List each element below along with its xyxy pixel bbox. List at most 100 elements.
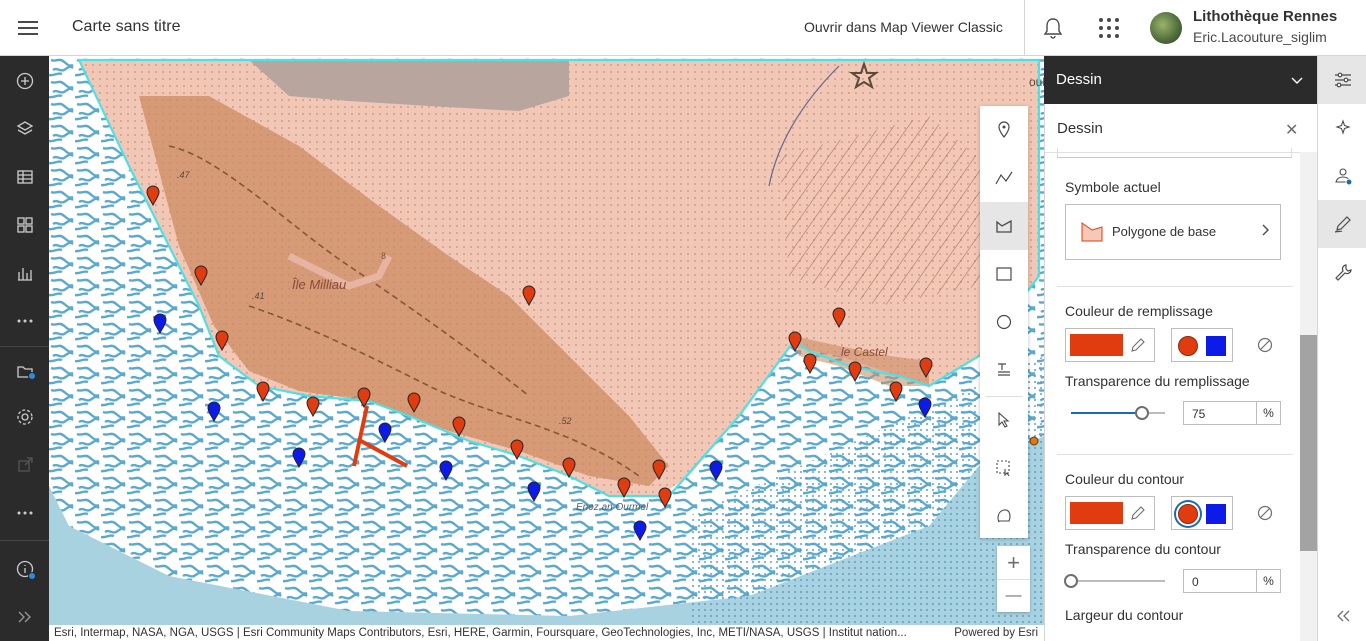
panel-header-title: Dessin	[1056, 71, 1102, 88]
polyline-tool[interactable]	[980, 154, 1028, 202]
text-tool[interactable]	[980, 346, 1028, 394]
left-toolbar	[0, 56, 49, 641]
zoom-control: + —	[997, 546, 1030, 612]
map-attribution: Esri, Intermap, NASA, NGA, USGS | Esri C…	[49, 625, 1044, 641]
quick-color-red[interactable]	[1178, 336, 1198, 356]
elevation-label: .41	[252, 291, 265, 301]
outline-quick-colors	[1171, 496, 1233, 530]
outline-color-label: Couleur du contour	[1065, 471, 1185, 487]
more-icon[interactable]	[12, 500, 38, 526]
circle-tool[interactable]	[980, 298, 1028, 346]
map-properties-icon[interactable]	[12, 358, 38, 384]
quick-color-blue[interactable]	[1206, 336, 1226, 356]
bell-icon[interactable]	[1040, 15, 1066, 41]
draw-toolbar	[980, 106, 1028, 538]
more-icon[interactable]	[12, 308, 38, 334]
basemap-icon[interactable]	[12, 212, 38, 238]
settings-icon[interactable]	[12, 404, 38, 430]
select-rectangle-tool[interactable]	[980, 444, 1028, 492]
attribution-text[interactable]: Esri, Intermap, NASA, NGA, USGS | Esri C…	[54, 625, 934, 641]
quick-color-blue[interactable]	[1206, 504, 1226, 524]
slider-thumb[interactable]	[1064, 574, 1078, 588]
fill-quick-colors	[1171, 328, 1233, 362]
user-organization[interactable]: Lithothèque Rennes	[1193, 8, 1337, 25]
elevation-label: .52	[559, 416, 572, 426]
outline-transparency-label: Transparence du contour	[1065, 541, 1221, 557]
map-canvas[interactable]: Île Milliau le Castel Enez an Ourmel .47…	[49, 56, 1044, 625]
rail-divider	[0, 346, 49, 347]
slider-thumb[interactable]	[1135, 406, 1149, 420]
road-number-label: 8	[381, 251, 386, 261]
powered-by-esri[interactable]: Powered by Esri	[954, 625, 1038, 641]
section-divider	[1057, 454, 1293, 455]
fill-color-picker[interactable]	[1065, 328, 1155, 362]
fill-transparency-slider[interactable]	[1071, 405, 1165, 421]
fill-transparency-label: Transparence du remplissage	[1065, 373, 1250, 389]
symbol-name: Polygone de base	[1112, 224, 1217, 239]
symbol-picker[interactable]: Polygone de base	[1065, 204, 1281, 260]
topbar-divider	[1024, 0, 1025, 56]
percent-unit: %	[1256, 402, 1280, 424]
zoom-out-button[interactable]: —	[997, 579, 1030, 612]
map-point[interactable]	[1029, 436, 1039, 446]
pencil-icon	[1130, 337, 1146, 358]
user-name[interactable]: Eric.Lacouture_siglim	[1193, 29, 1327, 45]
outline-transparency-slider[interactable]	[1064, 573, 1165, 589]
menu-icon[interactable]	[0, 0, 56, 56]
panel-title: Dessin	[1057, 120, 1103, 137]
effects-icon[interactable]	[1318, 104, 1366, 152]
outline-color-swatch	[1070, 502, 1123, 524]
sketch-panel: Dessin ✕ Symbole actuel Polygone de base…	[1044, 104, 1317, 641]
fill-color-label: Couleur de remplissage	[1065, 303, 1213, 319]
table-icon[interactable]	[12, 164, 38, 190]
add-icon[interactable]	[12, 68, 38, 94]
fill-transparency-value: 75	[1192, 407, 1206, 421]
outline-color-picker[interactable]	[1065, 496, 1155, 530]
outline-transparency-value: 0	[1192, 575, 1199, 589]
notification-dot	[28, 372, 36, 380]
close-icon[interactable]: ✕	[1285, 120, 1298, 140]
map-title[interactable]: Carte sans titre	[72, 18, 180, 36]
expand-icon[interactable]	[12, 604, 38, 630]
sketch-icon[interactable]	[1318, 200, 1366, 248]
label-enez-an-ourmel: Enez an Ourmel	[576, 502, 649, 513]
top-bar: Carte sans titre Ouvrir dans Map Viewer …	[0, 0, 1366, 56]
panel-scrollbar-thumb[interactable]	[1300, 335, 1317, 551]
wrench-icon[interactable]	[1318, 248, 1366, 296]
slider-track	[1071, 580, 1165, 582]
open-classic-link[interactable]: Ouvrir dans Map Viewer Classic	[804, 19, 1003, 35]
collapsed-section	[1057, 148, 1292, 158]
lasso-tool[interactable]	[980, 492, 1028, 540]
map-view[interactable]: Île Milliau le Castel Enez an Ourmel .47…	[49, 56, 1044, 625]
outline-transparency-input[interactable]: 0 %	[1183, 569, 1281, 593]
chevron-down-icon[interactable]	[1291, 72, 1303, 90]
rectangle-tool[interactable]	[980, 250, 1028, 298]
slider-fill	[1071, 412, 1142, 414]
elevation-label: .47	[177, 170, 191, 180]
notification-dot	[28, 572, 36, 580]
app-launcher-icon[interactable]	[1096, 15, 1122, 41]
select-tool[interactable]	[980, 396, 1028, 444]
polygon-tool[interactable]	[980, 202, 1028, 250]
avatar[interactable]	[1150, 12, 1182, 44]
properties-icon[interactable]	[1318, 56, 1366, 104]
collapse-icon[interactable]	[1318, 592, 1366, 640]
styles-icon[interactable]	[1318, 152, 1366, 200]
fill-transparency-input[interactable]: 75 %	[1183, 401, 1281, 425]
chart-icon[interactable]	[12, 260, 38, 286]
current-symbol-label: Symbole actuel	[1065, 179, 1161, 195]
label-le-castel: le Castel	[841, 345, 888, 359]
chevron-right-icon	[1262, 223, 1270, 241]
point-tool[interactable]	[980, 106, 1028, 154]
percent-unit: %	[1256, 570, 1280, 592]
right-toolbar	[1317, 56, 1366, 641]
label-ile-milliau: Île Milliau	[292, 277, 346, 292]
section-divider	[1057, 286, 1293, 287]
layers-icon[interactable]	[12, 116, 38, 142]
panel-header[interactable]: Dessin	[1044, 56, 1317, 104]
no-color-icon[interactable]	[1257, 337, 1273, 358]
fill-color-swatch	[1070, 334, 1123, 356]
no-color-icon[interactable]	[1257, 505, 1273, 526]
zoom-in-button[interactable]: +	[997, 546, 1030, 579]
quick-color-red[interactable]	[1178, 504, 1198, 524]
